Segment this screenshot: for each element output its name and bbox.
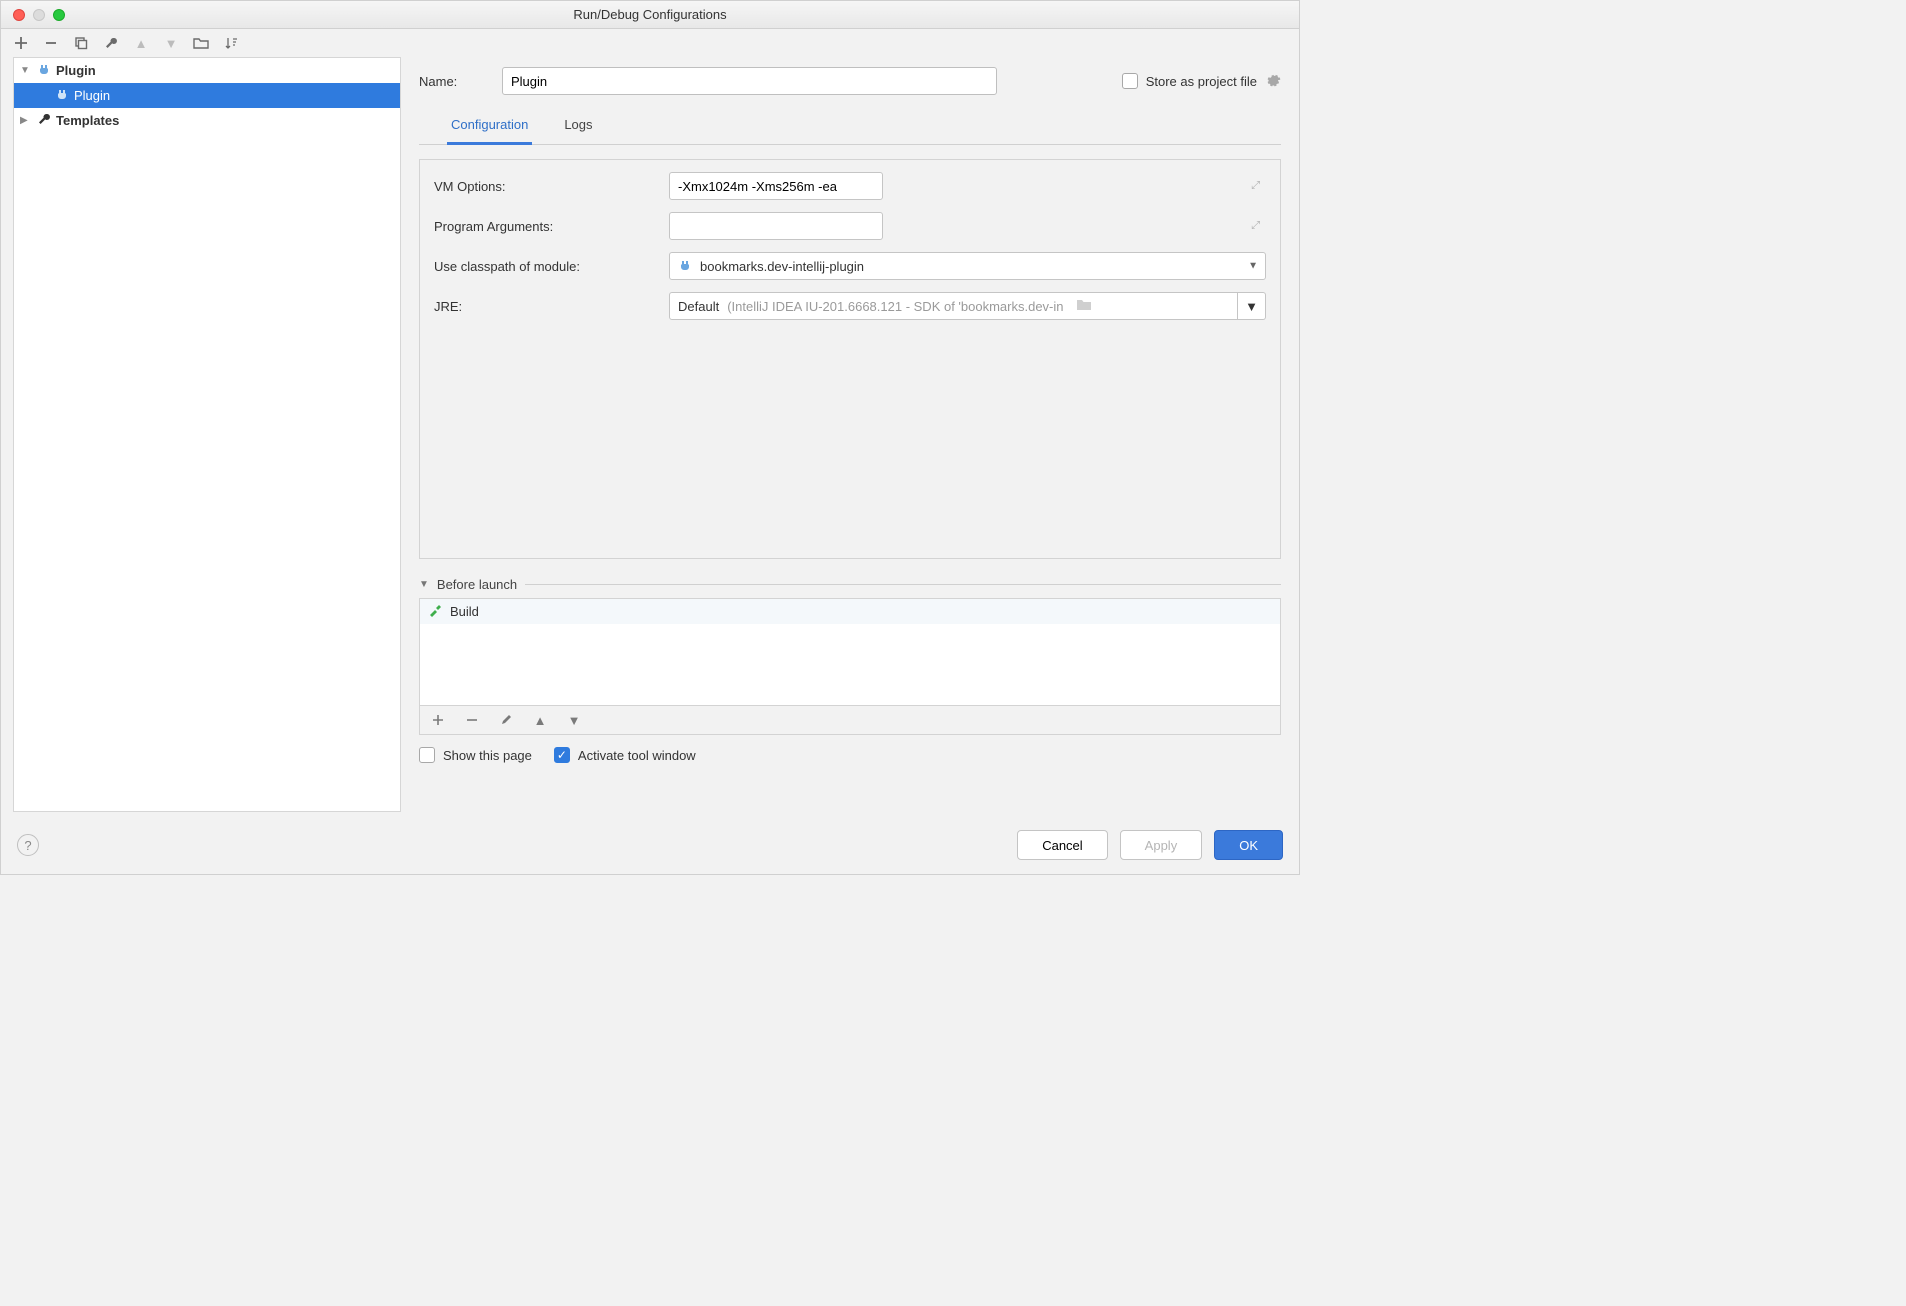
remove-icon	[464, 712, 480, 728]
jre-label: JRE:	[434, 299, 669, 314]
activate-tool-window-checkbox[interactable]: ✓ Activate tool window	[554, 747, 696, 763]
wrench-icon[interactable]	[103, 35, 119, 51]
checkbox-icon[interactable]	[1122, 73, 1138, 89]
tree-label: Plugin	[74, 88, 110, 103]
name-input[interactable]	[502, 67, 997, 95]
name-label: Name:	[419, 74, 484, 89]
before-launch-section: ▼ Before launch Build	[419, 577, 1281, 763]
copy-icon[interactable]	[73, 35, 89, 51]
before-launch-list[interactable]: Build	[419, 598, 1281, 706]
expand-icon[interactable]: ⤢	[1251, 180, 1260, 193]
jre-select[interactable]: Default (IntelliJ IDEA IU-201.6668.121 -…	[669, 292, 1238, 320]
help-button[interactable]: ?	[17, 834, 39, 856]
edit-icon	[498, 712, 514, 728]
program-arguments-label: Program Arguments:	[434, 219, 669, 234]
tab-configuration[interactable]: Configuration	[447, 109, 532, 145]
ok-button[interactable]: OK	[1214, 830, 1283, 860]
chevron-down-icon[interactable]: ▼	[419, 579, 429, 590]
classpath-module-label: Use classpath of module:	[434, 259, 669, 274]
expand-icon[interactable]: ⤢	[1251, 220, 1260, 233]
module-value: bookmarks.dev-intellij-plugin	[700, 259, 864, 274]
before-launch-title: Before launch	[437, 577, 517, 592]
configurations-tree[interactable]: ▼ Plugin Plugin ▶ Templates	[13, 57, 401, 812]
tree-label: Plugin	[56, 63, 96, 78]
folder-icon	[1076, 298, 1092, 314]
vm-options-label: VM Options:	[434, 179, 669, 194]
add-icon[interactable]	[13, 35, 29, 51]
move-down-icon: ▼	[163, 35, 179, 51]
jre-dropdown-button[interactable]: ▼	[1238, 292, 1266, 320]
move-up-icon: ▲	[133, 35, 149, 51]
title-bar: Run/Debug Configurations	[1, 1, 1299, 29]
vm-options-input[interactable]	[669, 172, 883, 200]
before-launch-toolbar: ▲ ▼	[419, 706, 1281, 735]
before-launch-item[interactable]: Build	[420, 599, 1280, 624]
configuration-panel: VM Options: ⤢ Program Arguments: ⤢ Use c…	[419, 159, 1281, 559]
tabs: Configuration Logs	[419, 109, 1281, 145]
show-page-label: Show this page	[443, 748, 532, 763]
sort-icon[interactable]	[223, 35, 239, 51]
folder-icon[interactable]	[193, 35, 209, 51]
classpath-module-select[interactable]: bookmarks.dev-intellij-plugin	[669, 252, 1266, 280]
checkbox-icon[interactable]	[419, 747, 435, 763]
plugin-icon	[54, 87, 70, 104]
move-up-icon: ▲	[532, 712, 548, 728]
dialog-footer: ? Cancel Apply OK	[1, 820, 1299, 874]
hammer-icon	[428, 603, 442, 620]
chevron-down-icon: ▼	[1248, 261, 1258, 272]
tree-group-templates[interactable]: ▶ Templates	[14, 108, 400, 133]
chevron-right-icon: ▶	[20, 115, 32, 126]
activate-label: Activate tool window	[578, 748, 696, 763]
plugin-icon	[36, 62, 52, 79]
divider	[525, 584, 1281, 585]
store-as-project-file[interactable]: Store as project file	[1122, 72, 1281, 91]
chevron-down-icon: ▼	[20, 65, 32, 76]
add-icon[interactable]	[430, 712, 446, 728]
tree-group-plugin[interactable]: ▼ Plugin	[14, 58, 400, 83]
jre-hint: (IntelliJ IDEA IU-201.6668.121 - SDK of …	[727, 299, 1063, 314]
wrench-icon	[36, 112, 52, 129]
move-down-icon: ▼	[566, 712, 582, 728]
apply-button: Apply	[1120, 830, 1203, 860]
window-title: Run/Debug Configurations	[1, 7, 1299, 22]
cancel-button[interactable]: Cancel	[1017, 830, 1107, 860]
show-this-page-checkbox[interactable]: Show this page	[419, 747, 532, 763]
remove-icon[interactable]	[43, 35, 59, 51]
gear-icon[interactable]	[1265, 72, 1281, 91]
store-label: Store as project file	[1146, 74, 1257, 89]
plugin-icon	[678, 258, 692, 275]
jre-default: Default	[678, 299, 719, 314]
checkbox-checked-icon[interactable]: ✓	[554, 747, 570, 763]
sidebar-toolbar: ▲ ▼	[1, 29, 251, 57]
tree-item-plugin[interactable]: Plugin	[14, 83, 400, 108]
program-arguments-input[interactable]	[669, 212, 883, 240]
tab-logs[interactable]: Logs	[560, 109, 596, 145]
tree-label: Templates	[56, 113, 119, 128]
before-launch-item-label: Build	[450, 604, 479, 619]
